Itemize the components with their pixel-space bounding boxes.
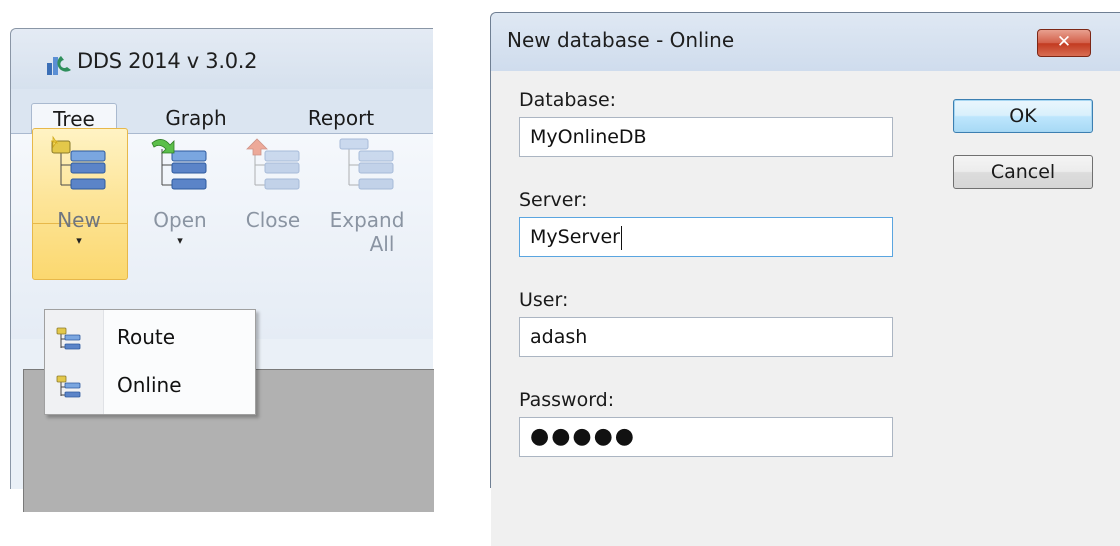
user-field[interactable]: adash <box>519 317 893 357</box>
menu-item-online-label: Online <box>117 373 182 397</box>
tree-close-icon <box>246 138 300 190</box>
new-dropdown-menu: Route Online <box>44 309 256 415</box>
server-field-value: MyServer <box>530 226 620 248</box>
expand-label-line2: All <box>369 232 395 256</box>
app-title: DDS 2014 v 3.0.2 <box>77 49 258 73</box>
dialog-titlebar: New database - Online ✕ <box>491 13 1120 71</box>
menu-item-route-label: Route <box>117 325 176 349</box>
dialog-title: New database - Online <box>507 28 735 52</box>
tab-report[interactable]: Report <box>281 103 401 134</box>
tree-open-icon <box>151 139 207 190</box>
new-database-dialog: New database - Online ✕ Database: MyOnli… <box>490 12 1120 546</box>
server-field[interactable]: MyServer <box>519 217 893 257</box>
cancel-button[interactable]: Cancel <box>953 155 1093 189</box>
expand-label: Expand All <box>320 208 414 256</box>
tree-new-icon <box>56 375 81 398</box>
text-caret <box>620 225 622 250</box>
menu-item-online[interactable]: Online <box>45 364 255 408</box>
tree-new-icon <box>56 327 81 350</box>
open-dropdown-arrow-icon[interactable]: ▾ <box>133 234 227 248</box>
close-label: Close <box>245 208 301 232</box>
app-logo-icon <box>47 56 71 75</box>
new-label: New <box>57 208 101 232</box>
tree-new-icon <box>50 135 106 190</box>
close-button[interactable]: Close <box>226 135 320 232</box>
open-label: Open <box>153 208 207 232</box>
user-label: User: <box>519 289 569 311</box>
expand-all-button[interactable]: Expand All <box>320 135 414 256</box>
dialog-close-icon[interactable]: ✕ <box>1037 29 1091 57</box>
expand-label-line1: Expand <box>329 208 405 232</box>
tree-expand-icon <box>339 138 394 190</box>
open-button[interactable]: Open ▾ <box>133 135 227 248</box>
database-field[interactable]: MyOnlineDB <box>519 117 893 157</box>
ok-button[interactable]: OK <box>953 99 1093 133</box>
new-dropdown-arrow-icon[interactable]: ▾ <box>32 234 126 248</box>
new-button-content[interactable]: New ▾ <box>32 135 126 248</box>
dialog-body: Database: MyOnlineDB Server: MyServer Us… <box>491 71 1120 546</box>
menu-item-route[interactable]: Route <box>45 316 255 360</box>
database-label: Database: <box>519 89 617 111</box>
server-label: Server: <box>519 189 588 211</box>
password-label: Password: <box>519 389 615 411</box>
tab-graph[interactable]: Graph <box>141 103 251 134</box>
password-field[interactable]: ●●●●● <box>519 417 893 457</box>
app-titlebar: DDS 2014 v 3.0.2 <box>11 29 433 89</box>
